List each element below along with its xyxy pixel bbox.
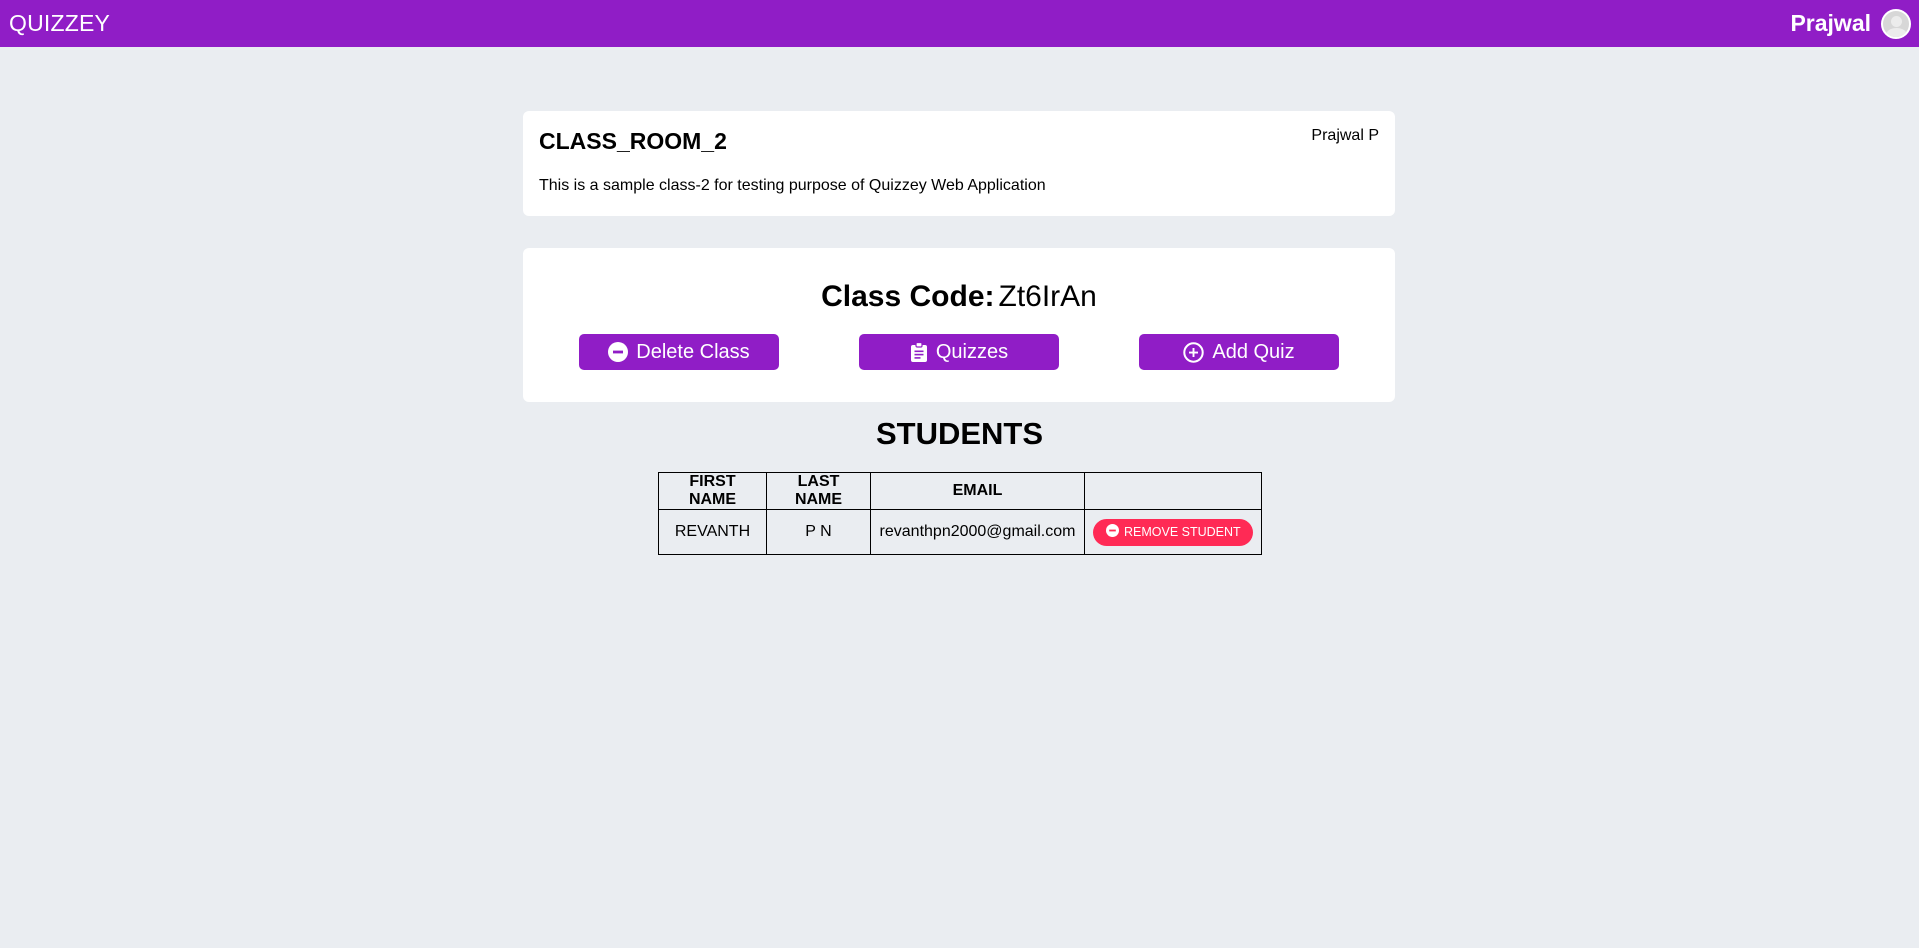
class-code-label: Class Code:: [821, 280, 995, 313]
remove-student-button[interactable]: REMOVE STUDENT: [1093, 518, 1253, 546]
quizzes-button[interactable]: Quizzes: [859, 334, 1059, 370]
column-header-action: [1084, 472, 1262, 510]
cell-first-name: REVANTH: [658, 509, 767, 555]
user-menu[interactable]: Prajwal: [1790, 8, 1911, 39]
class-info-card: CLASS_ROOM_2 Prajwal P This is a sample …: [523, 111, 1395, 216]
minus-circle-icon: [608, 342, 629, 362]
delete-class-button[interactable]: Delete Class: [579, 334, 779, 370]
students-heading: STUDENTS: [875, 416, 1044, 451]
students-table: FIRST NAME LAST NAME EMAIL REVANTH P N r…: [658, 472, 1262, 555]
add-quiz-button[interactable]: Add Quiz: [1139, 334, 1339, 370]
cell-action: REMOVE STUDENT: [1084, 509, 1262, 555]
class-description: This is a sample class-2 for testing pur…: [539, 177, 1046, 194]
class-title: CLASS_ROOM_2: [539, 128, 727, 154]
remove-student-label: REMOVE STUDENT: [1124, 525, 1241, 539]
quizzes-label: Quizzes: [935, 340, 1009, 363]
brand-logo[interactable]: QUIZZEY: [9, 10, 110, 37]
minus-circle-icon: [1106, 524, 1119, 540]
column-header-email: EMAIL: [870, 472, 1085, 510]
user-name[interactable]: Prajwal: [1790, 10, 1871, 37]
column-header-last-name: LAST NAME: [766, 472, 871, 510]
class-code-line: Class Code: Zt6IrAn: [523, 280, 1395, 314]
class-code-card: Class Code:Zt6IrAn Delete Class Quizzes: [523, 248, 1395, 402]
column-header-first-name: FIRST NAME: [658, 472, 767, 510]
table-row: REVANTH P N revanthpn2000@gmail.com REMO…: [658, 509, 1262, 555]
class-owner: Prajwal P: [1311, 127, 1379, 144]
clipboard-icon: [910, 341, 928, 363]
delete-class-label: Delete Class: [636, 340, 750, 363]
avatar-icon[interactable]: [1881, 8, 1911, 39]
plus-circle-icon: [1183, 341, 1205, 363]
top-navbar: QUIZZEY Prajwal: [0, 0, 1919, 47]
class-code-value: Zt6IrAn: [998, 280, 1097, 313]
table-header-row: FIRST NAME LAST NAME EMAIL: [658, 472, 1262, 510]
cell-email: revanthpn2000@gmail.com: [870, 509, 1085, 555]
cell-last-name: P N: [766, 509, 871, 555]
add-quiz-label: Add Quiz: [1212, 340, 1295, 363]
